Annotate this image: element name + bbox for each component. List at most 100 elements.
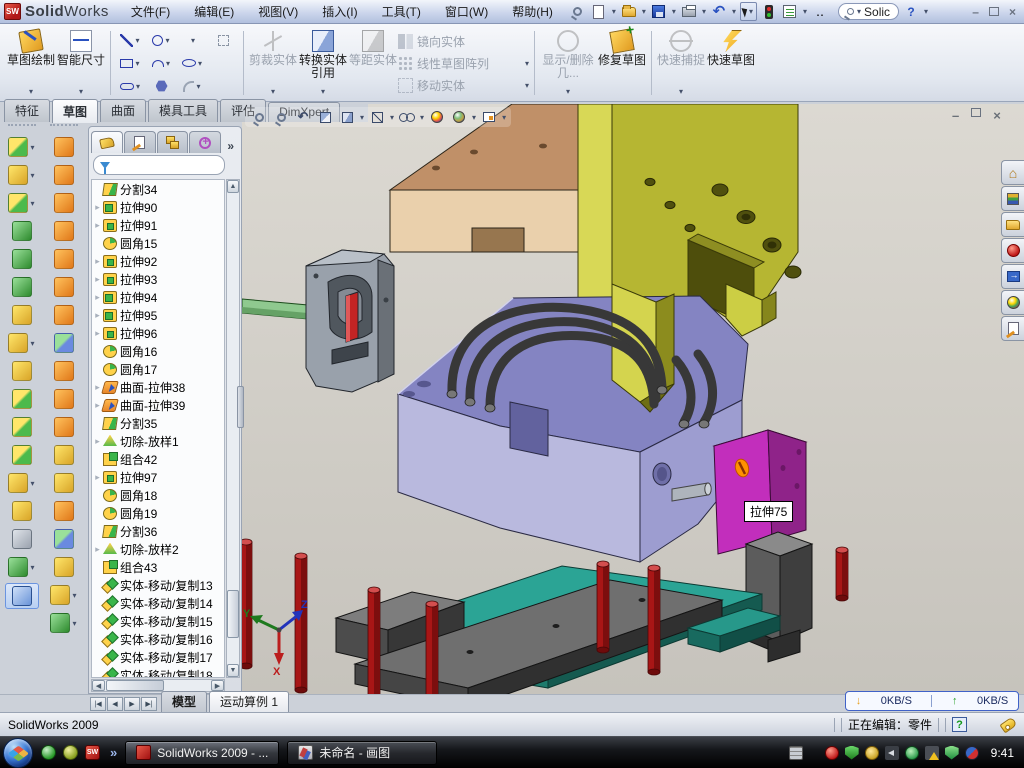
mirror-entities-button[interactable]: 镜向实体 xyxy=(398,31,530,51)
tree-item[interactable]: ▸拉伸92 xyxy=(92,252,224,270)
new-file-button[interactable] xyxy=(590,3,608,21)
document-window-controls[interactable]: – × xyxy=(952,108,1001,123)
ft2-swept-cut-button[interactable] xyxy=(44,245,84,273)
spline-tool-button[interactable]: ▾ xyxy=(177,29,208,52)
ft1-extruded-cut-button[interactable]: ▾ xyxy=(2,161,42,189)
offset-entities-button[interactable]: 等距实体 xyxy=(348,27,398,99)
ft2-delete-body-button[interactable] xyxy=(44,413,84,441)
panel-splitter-handle[interactable] xyxy=(237,386,244,428)
tray-security-center-icon[interactable] xyxy=(845,746,859,760)
fillet-dropdown[interactable]: ▾ xyxy=(30,199,34,208)
convert-entities-button[interactable]: 转换实体引用▾ xyxy=(298,27,348,99)
tree-vertical-scrollbar[interactable]: ▲ ▼ xyxy=(226,179,240,678)
tree-item[interactable]: ▸曲面-拉伸39 xyxy=(92,396,224,414)
zoom-area-button[interactable] xyxy=(271,108,291,126)
task-pane-tab-file-explorer[interactable] xyxy=(1001,212,1024,237)
quick-tips-button[interactable]: ? xyxy=(952,717,967,732)
quick-launch-solidworks-icon[interactable] xyxy=(85,745,100,760)
ft1-reference-axis-button[interactable] xyxy=(2,525,42,553)
ft1-rib-button[interactable] xyxy=(2,357,42,385)
tree-item[interactable]: 分割36 xyxy=(92,522,224,540)
ref-geometry-dropdown[interactable]: ▾ xyxy=(72,591,76,600)
tree-item[interactable]: 圆角19 xyxy=(92,504,224,522)
tree-item[interactable]: 圆角17 xyxy=(92,360,224,378)
tree-item[interactable]: 圆角16 xyxy=(92,342,224,360)
point-tool-button[interactable] xyxy=(208,75,239,98)
ft1-fillet-button[interactable]: ▾ xyxy=(2,189,42,217)
linear-pattern-dropdown[interactable]: ▾ xyxy=(30,339,34,348)
expand-arrow-icon[interactable]: ▸ xyxy=(92,472,103,483)
undo-button[interactable]: ↶ xyxy=(710,3,728,21)
tray-language-ball-icon[interactable] xyxy=(965,746,979,760)
options-dropdown[interactable]: ▾ xyxy=(803,7,807,16)
view-orientation-dropdown[interactable]: ▾ xyxy=(360,113,364,122)
tree-item[interactable]: 实体-移动/复制13 xyxy=(92,576,224,594)
boss-extrude-dropdown[interactable]: ▾ xyxy=(30,143,34,152)
hscroll-thumb[interactable] xyxy=(106,680,164,691)
task-pane-tab-appearances[interactable] xyxy=(1001,290,1024,315)
ft2-bend-button[interactable] xyxy=(44,385,84,413)
quick-launch-chevron[interactable]: » xyxy=(110,745,117,760)
app-minimize-button[interactable]: – xyxy=(972,5,979,19)
ft1-move-copy-body-button[interactable] xyxy=(2,441,42,469)
rectangle-tool-button[interactable]: ▾ xyxy=(115,52,146,75)
search-input[interactable]: ▾ Solic xyxy=(838,3,899,20)
section-view-button[interactable] xyxy=(315,108,335,126)
menu-help[interactable]: 帮助(H) xyxy=(500,0,565,23)
task-pane-tab-solidworks-toolbox[interactable] xyxy=(1001,238,1024,263)
ft2-ref-geometry-button[interactable]: ▾ xyxy=(44,581,84,609)
selection-box-tool-button[interactable] xyxy=(208,29,239,52)
task-pane-tab-custom-properties[interactable] xyxy=(1001,316,1024,341)
open-file-dropdown[interactable]: ▾ xyxy=(642,7,646,16)
undo-dropdown[interactable]: ▾ xyxy=(732,7,736,16)
tree-horizontal-scrollbar[interactable]: ◀ ▶ xyxy=(91,679,225,692)
tree-item[interactable]: ▸拉伸91 xyxy=(92,216,224,234)
app-close-button[interactable]: × xyxy=(1009,5,1016,19)
tree-item[interactable]: 实体-移动/复制18 xyxy=(92,666,224,678)
tray-sync-center-icon[interactable] xyxy=(905,746,919,760)
hide-show-items-button[interactable] xyxy=(397,108,417,126)
sketch-settings-dropdown[interactable]: ▾ xyxy=(502,113,506,122)
ft1-chamfer-button[interactable] xyxy=(2,217,42,245)
display-delete-relations-button[interactable]: 显示/删除几...▾ xyxy=(539,27,597,99)
sketch-button[interactable]: 草图绘制▾ xyxy=(6,27,56,99)
tab-sketch[interactable]: 草图 xyxy=(52,99,98,123)
appearances-button[interactable] xyxy=(427,108,447,126)
options-button[interactable] xyxy=(781,3,799,21)
curve-dropdown[interactable]: ▾ xyxy=(72,619,76,628)
ft1-shell-button[interactable] xyxy=(2,245,42,273)
expand-arrow-icon[interactable]: ▸ xyxy=(92,436,103,447)
rapid-sketch-button[interactable]: 快速草图 xyxy=(706,27,756,99)
view-orientation-button[interactable] xyxy=(337,108,357,126)
circle-dropdown[interactable]: ▾ xyxy=(165,36,169,45)
rectangle-dropdown[interactable]: ▾ xyxy=(135,59,139,68)
menu-insert[interactable]: 插入(I) xyxy=(310,0,369,23)
tree-item[interactable]: 实体-移动/复制15 xyxy=(92,612,224,630)
tree-item[interactable]: 实体-移动/复制14 xyxy=(92,594,224,612)
ft1-reference-plane-button[interactable] xyxy=(2,497,42,525)
tray-defender-icon[interactable] xyxy=(945,746,959,760)
reference-point-dropdown[interactable]: ▾ xyxy=(30,479,34,488)
tree-item[interactable]: ▸拉伸95 xyxy=(92,306,224,324)
expand-arrow-icon[interactable]: ▸ xyxy=(92,220,103,231)
rebuild-button[interactable] xyxy=(760,3,778,21)
previous-view-button[interactable]: ↶ xyxy=(293,108,313,126)
display-style-button[interactable] xyxy=(367,108,387,126)
toolbar-drag-handle[interactable] xyxy=(50,124,78,131)
search-scope-dropdown[interactable]: ▾ xyxy=(857,7,861,16)
tree-item[interactable]: 实体-移动/复制16 xyxy=(92,630,224,648)
slot-tool-button[interactable]: ▾ xyxy=(115,75,146,98)
fm-tab-dimxpertmanager[interactable] xyxy=(189,131,221,153)
move-entities-button[interactable]: 移动实体▾ xyxy=(398,75,530,95)
ft2-lofted-cut-button[interactable] xyxy=(44,273,84,301)
toolbar-pin-icon[interactable] xyxy=(569,3,587,21)
tab-mold-tools[interactable]: 模具工具 xyxy=(148,99,218,122)
line-dropdown[interactable]: ▾ xyxy=(135,36,139,45)
instant3d-button[interactable] xyxy=(5,583,39,609)
quick-launch-messenger-icon[interactable] xyxy=(41,745,56,760)
tab-model[interactable]: 模型 xyxy=(161,691,207,712)
tab-features[interactable]: 特征 xyxy=(4,99,50,122)
help-dropdown[interactable]: ▾ xyxy=(924,7,928,16)
tray-antivirus-icon[interactable] xyxy=(825,746,839,760)
tab-motion-study[interactable]: 运动算例 1 xyxy=(209,691,289,712)
